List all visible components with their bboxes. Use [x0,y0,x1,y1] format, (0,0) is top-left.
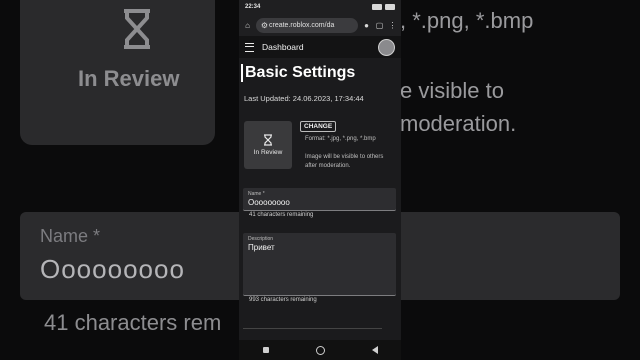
home-icon[interactable]: ⌂ [243,21,252,30]
hourglass-icon [264,134,272,146]
last-updated-text: Last Updated: 24.06.2023, 17:34:44 [244,94,364,103]
divider [243,328,382,329]
name-value[interactable]: Ooooooooo [248,198,290,207]
mic-icon[interactable]: ● [362,21,371,30]
system-nav-bar [239,340,401,360]
description-label: Description [248,236,274,242]
image-thumbnail: In Review [244,121,292,169]
description-field[interactable]: Description Привет [243,233,396,296]
bg-remaining-text: 41 characters rem [44,310,222,335]
browser-bar: ⌂ ⚙ create.roblox.com/da ● ▢ ⋮ [239,14,401,36]
tabs-icon[interactable]: ▢ [375,21,384,30]
bg-review-label: In Review [78,66,180,91]
hourglass-icon [124,9,150,49]
format-text: Format: *.jpg, *.png, *.bmp [305,136,376,142]
bg-name-value: Ooooooooo [40,254,185,284]
home-button-icon[interactable] [315,345,325,355]
hamburger-menu-icon[interactable] [245,42,254,52]
bg-format-text: , *.png, *.bmp [400,8,534,33]
top-navigation: Dashboard [239,36,401,58]
bg-name-label: Name * [40,226,101,246]
description-remaining: 993 characters remaining [249,297,317,303]
menu-dots-icon[interactable]: ⋮ [388,21,397,30]
nav-title[interactable]: Dashboard [262,42,304,52]
review-status-label: In Review [253,149,283,156]
status-bar: 22:34 [239,0,401,14]
bg-thumbnail: In Review [20,0,215,145]
page-title: Basic Settings [241,64,355,82]
url-field[interactable]: ⚙ create.roblox.com/da [256,17,358,33]
status-time: 22:34 [245,4,261,10]
avatar[interactable] [378,38,395,56]
visibility-note: Image will be visible to others after mo… [305,154,384,169]
description-value[interactable]: Привет [248,243,275,252]
url-text: create.roblox.com/da [269,21,335,29]
name-field[interactable]: Name * Ooooooooo [243,188,396,211]
recents-icon[interactable] [262,347,269,353]
signal-icon [372,4,382,10]
site-info-icon[interactable]: ⚙ [260,21,269,30]
back-icon[interactable] [371,346,378,354]
battery-icon [385,4,395,10]
bg-visible-text-1: e visible to [400,78,504,103]
bg-visible-text-2: moderation. [400,111,517,136]
name-label: Name * [248,191,265,197]
change-image-button[interactable]: CHANGE [300,121,337,132]
name-remaining: 41 characters remaining [249,212,314,218]
phone-screen: 22:34 ⌂ ⚙ create.roblox.com/da ● ▢ ⋮ Das… [239,0,401,360]
